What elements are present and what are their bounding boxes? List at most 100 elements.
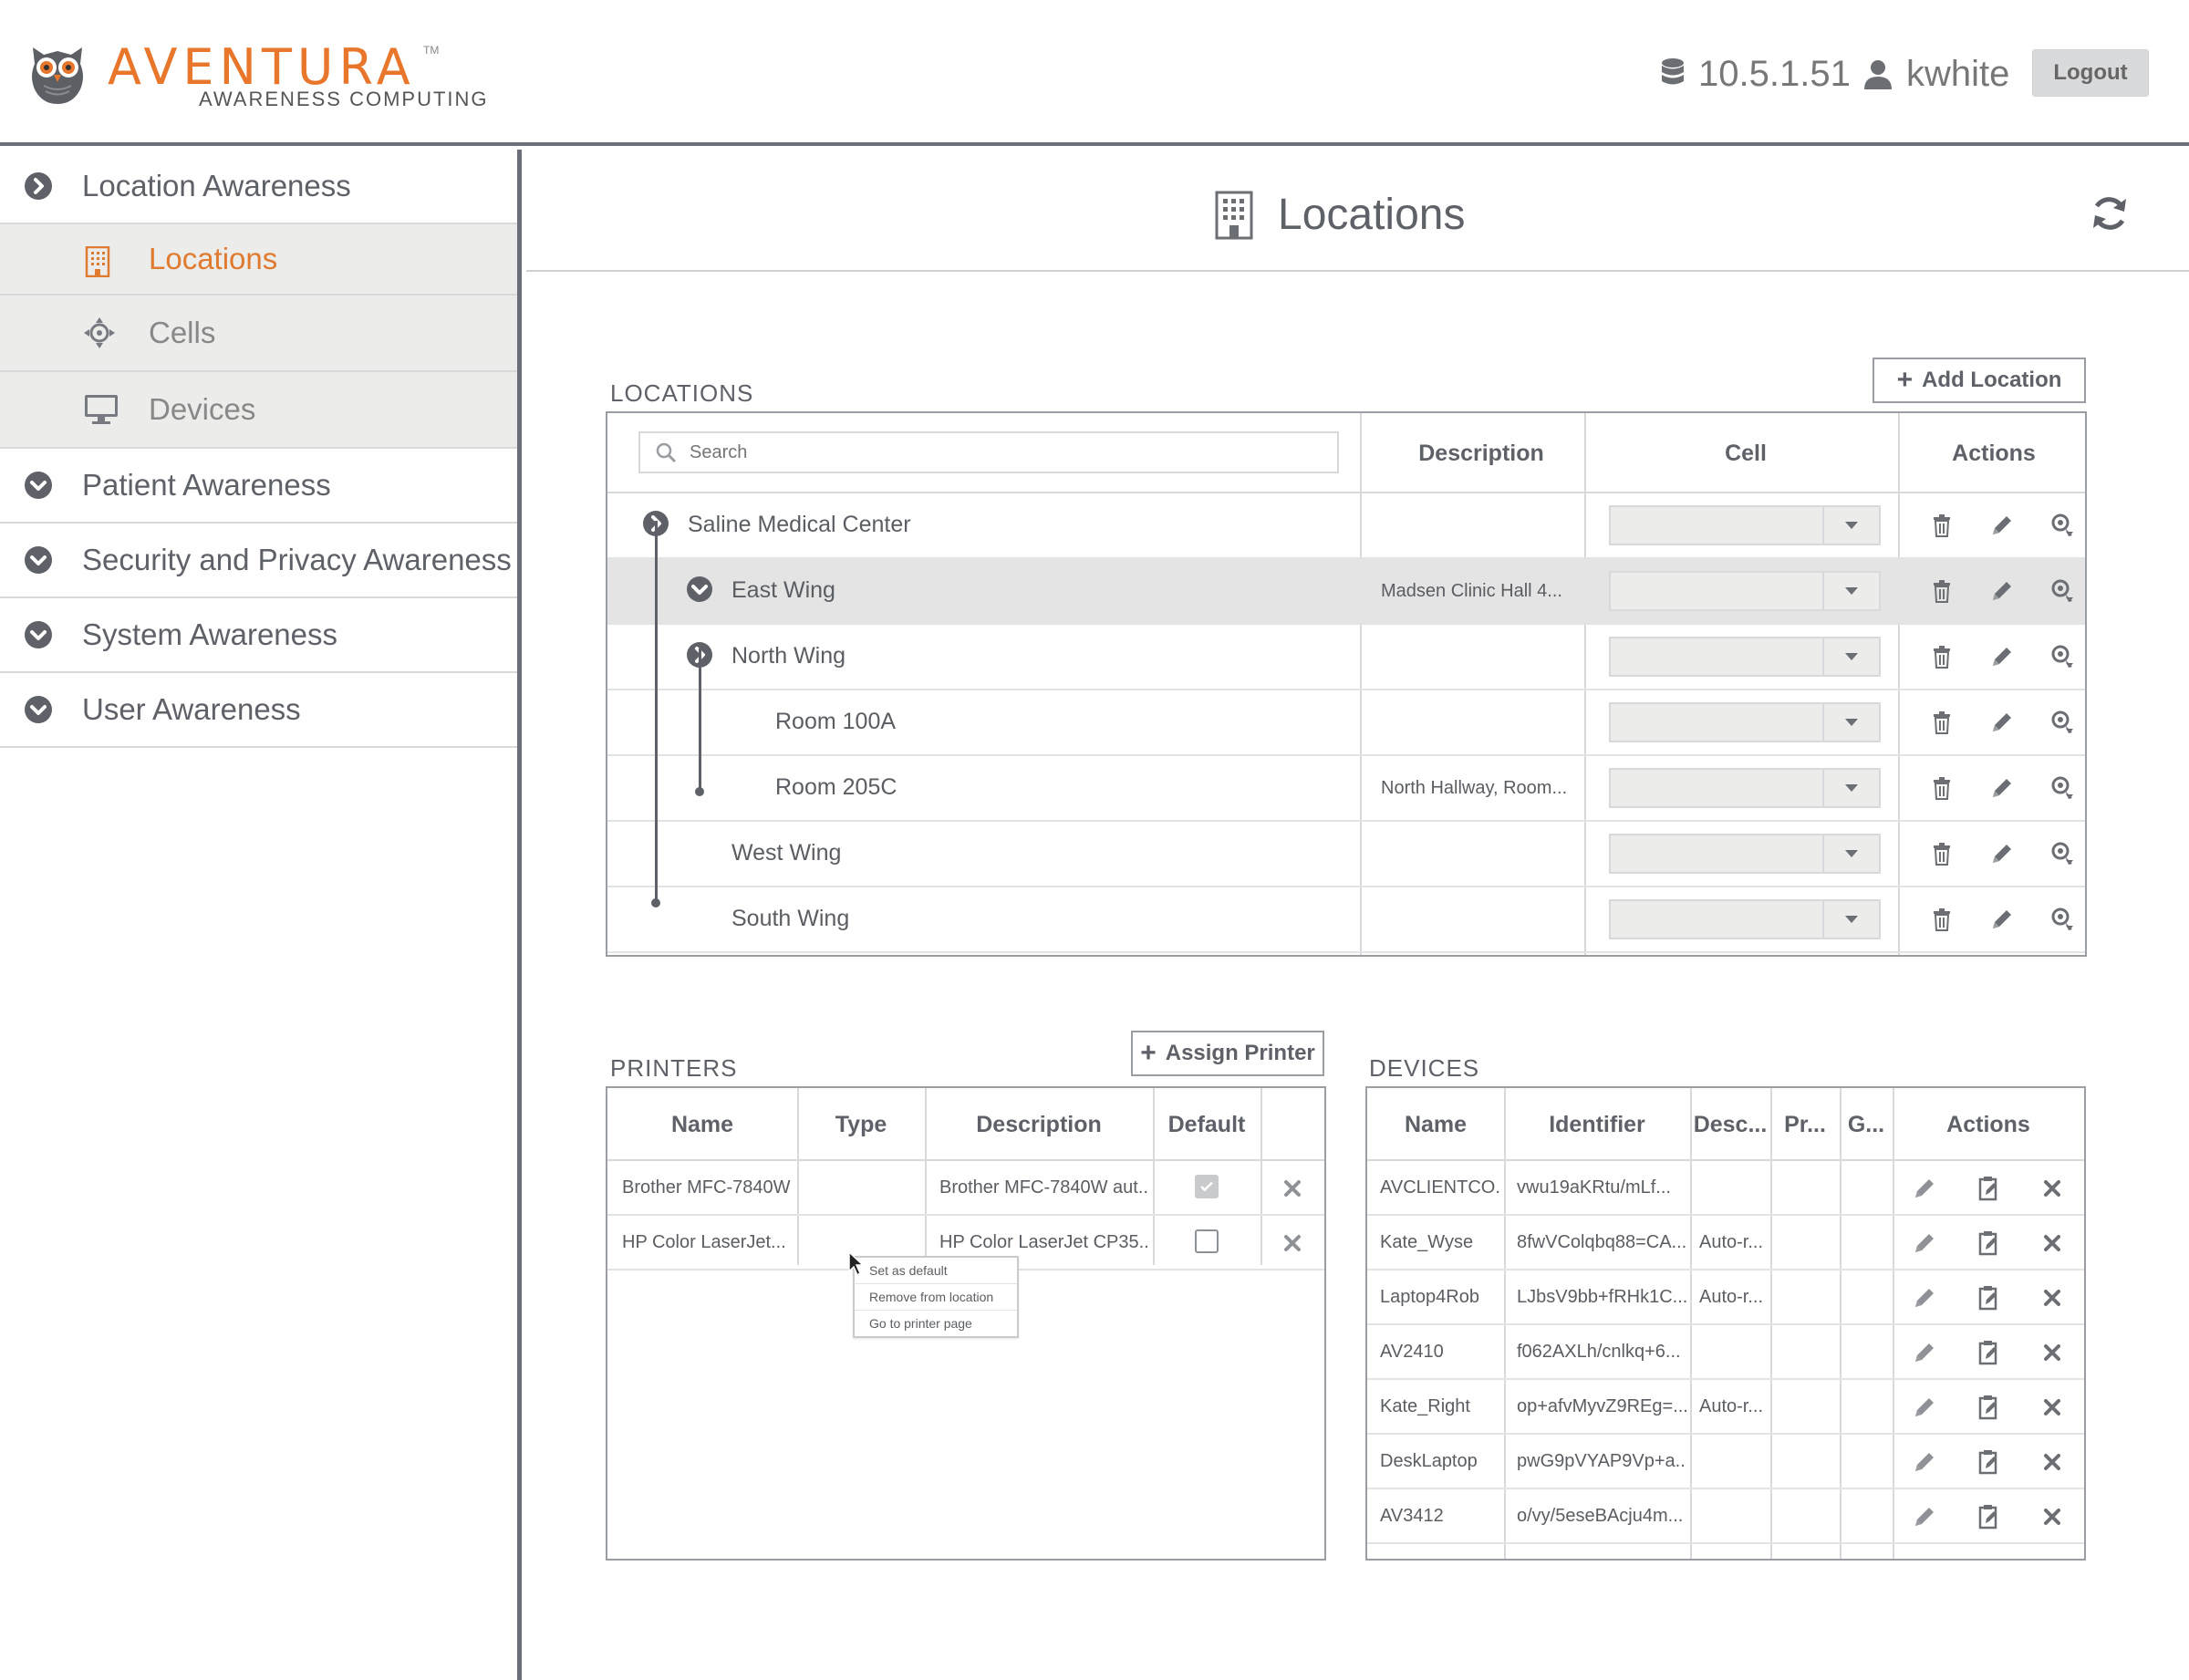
trash-icon[interactable] [1928,906,1956,933]
edit-icon[interactable] [1911,1339,1938,1366]
edit-icon[interactable] [1988,512,2016,539]
clipboard-icon[interactable] [1975,1284,2002,1312]
cell-select[interactable] [1609,637,1881,677]
trash-icon[interactable] [1928,512,1956,539]
default-checkbox[interactable] [1195,1175,1219,1198]
sidebar-item-devices[interactable]: Devices [0,372,517,449]
remove-icon[interactable] [2039,1175,2066,1202]
table-row[interactable]: Room 205C North Hallway, Room... [607,756,2085,822]
clipboard-icon[interactable] [1975,1448,2002,1476]
trash-icon[interactable] [1928,643,1956,670]
sidebar-group-patient-awareness[interactable]: Patient Awareness [0,449,517,524]
edit-icon[interactable] [1911,1229,1938,1257]
cell-select-toggle[interactable] [1822,638,1879,675]
default-checkbox[interactable] [1195,1229,1219,1253]
edit-icon[interactable] [1988,643,2016,670]
sidebar-group-system-awareness[interactable]: System Awareness [0,598,517,673]
edit-icon[interactable] [1911,1503,1938,1530]
table-row[interactable]: East Wing Madsen Clinic Hall 4... [607,559,2085,625]
clipboard-icon[interactable] [1975,1175,2002,1202]
remove-icon[interactable] [1279,1175,1306,1202]
remove-icon[interactable] [2039,1229,2066,1257]
table-row[interactable]: South Wing [607,887,2085,953]
remove-icon[interactable] [2039,1503,2066,1530]
trash-icon[interactable] [1928,840,1956,867]
table-row[interactable]: Kate_Wyse 8fwVColqbq88=CA... Auto-r... [1367,1216,2084,1270]
table-row[interactable]: Kate_Right op+afvMyvZ9REg=... Auto-r... [1367,1380,2084,1435]
remove-icon[interactable] [2039,1284,2066,1312]
clipboard-icon[interactable] [1975,1229,2002,1257]
cell-select-toggle[interactable] [1822,704,1879,741]
sidebar-group-location-awareness[interactable]: Location Awareness [0,150,517,224]
locate-icon[interactable] [2049,906,2076,933]
remove-icon[interactable] [1279,1229,1306,1257]
trash-icon[interactable] [1928,709,1956,736]
edit-icon[interactable] [1988,840,2016,867]
edit-icon[interactable] [1911,1284,1938,1312]
menu-item-set-default[interactable]: Set as default [855,1258,1017,1284]
cell-select-toggle[interactable] [1822,573,1879,609]
plus-icon: + [1140,1038,1157,1068]
locate-icon[interactable] [2049,709,2076,736]
table-row[interactable]: DeskLaptop pwG9pVYAP9Vp+a... [1367,1435,2084,1489]
edit-icon[interactable] [1988,774,2016,802]
table-row[interactable]: AV2410 f062AXLh/cnlkq+6... [1367,1325,2084,1380]
cell-select[interactable] [1609,571,1881,611]
edit-icon[interactable] [1911,1448,1938,1476]
remove-icon[interactable] [2039,1394,2066,1421]
cell-select-toggle[interactable] [1822,507,1879,544]
table-row[interactable]: Saline Medical Center [607,493,2085,559]
edit-icon[interactable] [1988,709,2016,736]
clipboard-icon[interactable] [1975,1339,2002,1366]
cell-select-toggle[interactable] [1822,901,1879,938]
clipboard-icon[interactable] [1975,1394,2002,1421]
sidebar-group-security-privacy-awareness[interactable]: Security and Privacy Awareness [0,524,517,598]
refresh-icon[interactable] [2090,193,2130,233]
cell-select[interactable] [1609,702,1881,742]
remove-icon[interactable] [2039,1448,2066,1476]
table-row[interactable]: Brother MFC-7840W Brother MFC-7840W aut..… [607,1161,1324,1216]
search-field[interactable] [638,431,1339,473]
table-row[interactable]: West Wing [607,822,2085,887]
table-row[interactable]: AVCLIENTCO... vwu19aKRtu/mLf... [1367,1161,2084,1216]
table-row[interactable]: Room 100A [607,690,2085,756]
table-row[interactable]: North Wing [607,625,2085,690]
sidebar-item-cells[interactable]: Cells [0,296,517,372]
plus-icon: + [1896,365,1914,395]
cell-select-toggle[interactable] [1822,835,1879,872]
table-row[interactable]: AV3412 o/vy/5eseBAcju4m... [1367,1489,2084,1544]
cell-select[interactable] [1609,768,1881,808]
logo-tagline: AWARENESS COMPUTING [199,88,489,110]
collapse-icon[interactable] [686,576,713,603]
menu-item-remove-from-location[interactable]: Remove from location [855,1284,1017,1311]
cell-select[interactable] [1609,834,1881,874]
cell-select[interactable] [1609,899,1881,939]
locate-icon[interactable] [2049,577,2076,605]
search-input[interactable] [690,441,1310,463]
edit-icon[interactable] [1988,577,2016,605]
edit-icon[interactable] [1911,1394,1938,1421]
table-row[interactable]: Laptop4Rob LJbsV9bb+fRHk1C... Auto-r... [1367,1270,2084,1325]
locate-icon[interactable] [2049,512,2076,539]
edit-icon[interactable] [1988,906,2016,933]
remove-icon[interactable] [2039,1339,2066,1366]
cell-select[interactable] [1609,505,1881,545]
assign-printer-button[interactable]: + Assign Printer [1131,1031,1324,1076]
aventura-logo[interactable]: AVENTURA TM AWARENESS COMPUTING [27,36,502,119]
locate-icon[interactable] [2049,643,2076,670]
edit-icon[interactable] [1911,1175,1938,1202]
location-name: Saline Medical Center [688,512,911,537]
clipboard-icon[interactable] [1975,1503,2002,1530]
cell-select-toggle[interactable] [1822,770,1879,806]
menu-item-go-to-printer-page[interactable]: Go to printer page [855,1311,1017,1337]
locate-icon[interactable] [2049,774,2076,802]
logout-button[interactable]: Logout [2032,49,2149,97]
sidebar-group-user-awareness[interactable]: User Awareness [0,673,517,748]
add-location-button[interactable]: + Add Location [1873,358,2086,403]
trash-icon[interactable] [1928,577,1956,605]
locate-icon[interactable] [2049,840,2076,867]
sidebar-item-locations[interactable]: Locations [0,224,517,296]
printer-description: Brother MFC-7840W aut... [939,1177,1147,1198]
trash-icon[interactable] [1928,774,1956,802]
chevron-down-icon [1845,653,1858,660]
